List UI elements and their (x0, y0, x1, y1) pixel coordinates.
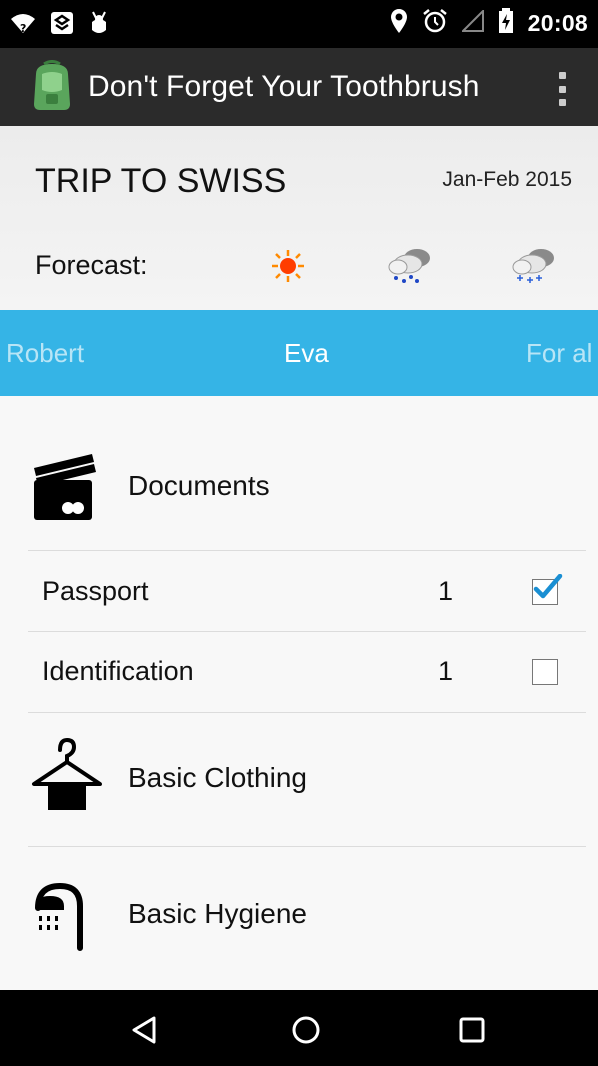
svg-text:?: ? (20, 22, 26, 34)
divider (28, 712, 586, 713)
identification-checkbox[interactable] (532, 659, 558, 685)
tab-eva[interactable]: Eva (284, 338, 329, 369)
overflow-menu-icon[interactable] (556, 72, 568, 106)
category-documents[interactable]: Documents (28, 426, 586, 546)
category-basic-clothing[interactable]: Basic Clothing (28, 714, 586, 834)
list-item-passport[interactable]: Passport 1 (28, 552, 586, 632)
status-bar: ? 20:08 (0, 0, 598, 48)
app-title: Don't Forget Your Toothbrush (88, 70, 480, 103)
person-tab-bar: Robert Eva For al (0, 310, 598, 396)
status-time: 20:08 (527, 10, 588, 36)
item-name: Identification (42, 656, 194, 686)
cards-icon (30, 442, 102, 522)
signal-icon (460, 8, 484, 37)
notification-app-icon (50, 11, 74, 40)
hanger-icon (30, 736, 102, 816)
battery-charging-icon (498, 8, 514, 39)
home-icon[interactable] (286, 1010, 326, 1050)
divider (28, 550, 586, 551)
recents-icon[interactable] (452, 1010, 492, 1050)
item-quantity: 1 (438, 576, 454, 606)
list-item-identification[interactable]: Identification 1 (28, 632, 586, 712)
sunny-icon (268, 246, 318, 286)
category-label: Documents (128, 470, 270, 501)
shower-icon (30, 874, 102, 954)
packing-list: Documents Passport 1 Identification 1 Ba… (0, 396, 598, 990)
category-label: Basic Clothing (128, 762, 307, 793)
item-name: Passport (42, 576, 149, 606)
android-debug-icon (88, 10, 110, 41)
trip-header: TRIP TO SWISS Jan-Feb 2015 Forecast: (0, 126, 598, 310)
wifi-unknown-icon: ? (10, 12, 36, 39)
passport-checkbox[interactable] (532, 574, 563, 605)
location-pin-icon (390, 8, 408, 39)
snow-cloud-icon (508, 246, 558, 286)
trip-title: TRIP TO SWISS (35, 162, 287, 200)
rain-cloud-icon (384, 246, 434, 286)
forecast-label: Forecast: (35, 250, 148, 280)
tab-for-all[interactable]: For al (526, 338, 592, 369)
tab-robert[interactable]: Robert (6, 338, 84, 369)
alarm-clock-icon (422, 8, 448, 39)
category-label: Basic Hygiene (128, 898, 307, 929)
item-quantity: 1 (438, 656, 454, 686)
category-basic-hygiene[interactable]: Basic Hygiene (28, 848, 586, 968)
divider (28, 846, 586, 847)
navigation-bar (0, 990, 598, 1066)
trip-dates: Jan-Feb 2015 (442, 168, 572, 191)
back-icon[interactable] (126, 1010, 166, 1050)
app-bar: Don't Forget Your Toothbrush (0, 48, 598, 126)
backpack-icon[interactable] (30, 60, 74, 112)
